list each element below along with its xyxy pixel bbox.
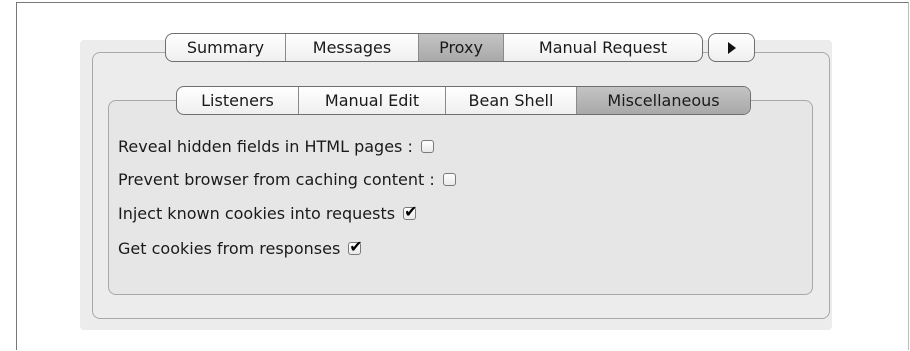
inject-cookies-checkbox[interactable] xyxy=(403,202,417,221)
tab-miscellaneous[interactable]: Miscellaneous xyxy=(577,87,750,114)
option-get-cookies: Get cookies from responses xyxy=(118,236,363,260)
tab-manual-request[interactable]: Manual Request xyxy=(504,34,702,61)
get-cookies-checkbox[interactable] xyxy=(348,237,363,256)
tab-listeners[interactable]: Listeners xyxy=(177,87,299,114)
option-label: Prevent browser from caching content : xyxy=(118,169,435,189)
option-label: Reveal hidden fields in HTML pages : xyxy=(118,136,413,156)
tab-messages[interactable]: Messages xyxy=(286,34,419,61)
tab-summary[interactable]: Summary xyxy=(166,34,286,61)
option-reveal-hidden-fields: Reveal hidden fields in HTML pages : xyxy=(118,134,434,158)
reveal-hidden-fields-checkbox[interactable] xyxy=(420,139,434,153)
tab-manual-edit[interactable]: Manual Edit xyxy=(299,87,446,114)
option-inject-cookies: Inject known cookies into requests xyxy=(118,201,417,225)
tab-proxy[interactable]: Proxy xyxy=(419,34,504,61)
option-prevent-caching: Prevent browser from caching content : xyxy=(118,167,456,191)
tab-bean-shell[interactable]: Bean Shell xyxy=(446,87,577,114)
proxy-sub-tab-bar: Listeners Manual Edit Bean Shell Miscell… xyxy=(176,86,751,115)
more-tabs-button[interactable] xyxy=(708,33,755,62)
main-tab-bar: Summary Messages Proxy Manual Request xyxy=(165,33,703,62)
option-label: Inject known cookies into requests xyxy=(118,203,396,223)
prevent-caching-checkbox[interactable] xyxy=(442,172,456,186)
miscellaneous-tab-content xyxy=(108,100,813,295)
option-label: Get cookies from responses xyxy=(118,238,341,258)
play-triangle-icon xyxy=(727,41,736,54)
